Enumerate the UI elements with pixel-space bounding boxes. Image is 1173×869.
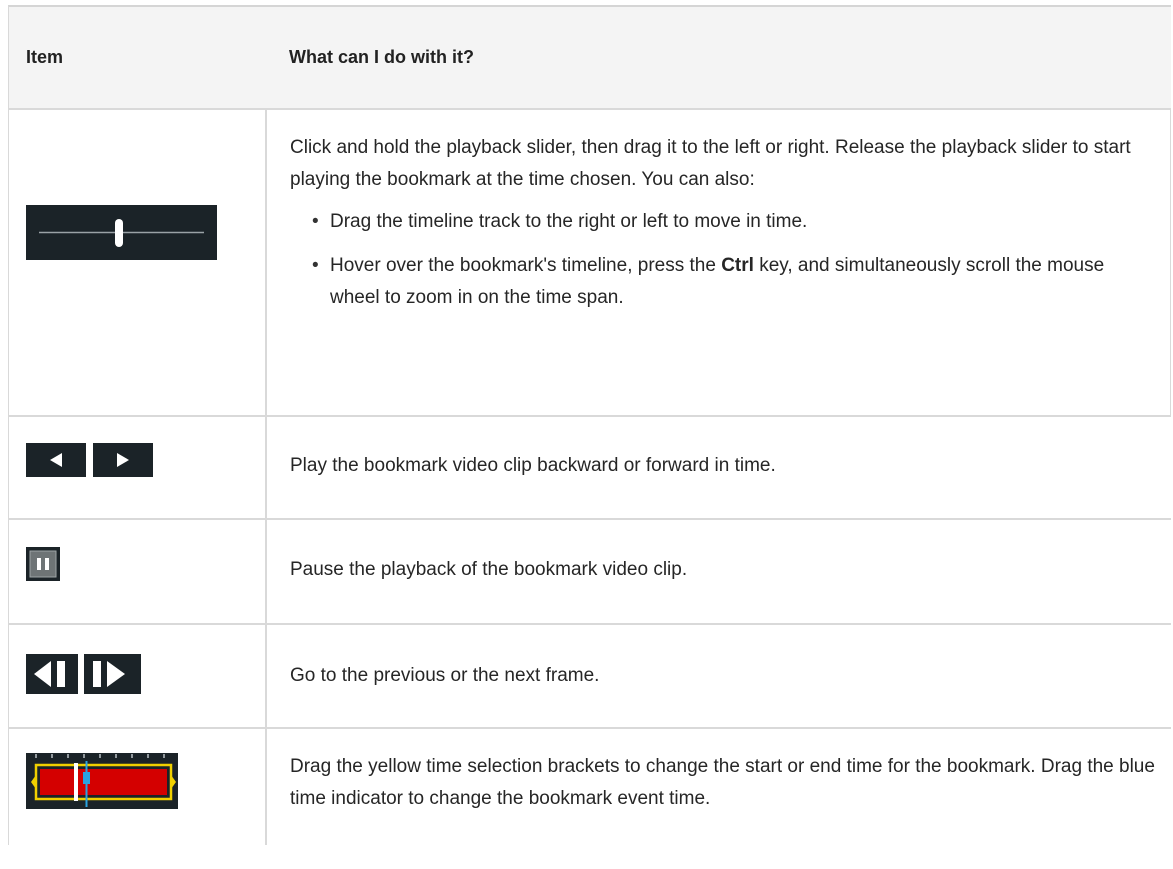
row-description: Play the bookmark video clip backward or… (290, 455, 776, 476)
table-row: Click and hold the playback slider, then… (9, 110, 1171, 417)
row-description: Click and hold the playback slider, then… (290, 132, 1157, 326)
playback-slider-icon (26, 205, 217, 265)
step-frame-icon (26, 654, 141, 699)
bullet-list: Drag the timeline track to the right or … (290, 206, 1157, 314)
row-description: Pause the playback of the bookmark video… (290, 559, 688, 580)
header-item: Item (26, 47, 64, 67)
table-row: Play the bookmark video clip backward or… (9, 417, 1171, 520)
table-header-row: Item What can I do with it? (9, 7, 1171, 110)
ctrl-key-label: Ctrl (721, 255, 754, 276)
list-item: Hover over the bookmark's timeline, pres… (312, 250, 1157, 314)
bullet-text-pre: Hover over the bookmark's timeline, pres… (330, 255, 722, 276)
play-backward-forward-icon (26, 443, 153, 482)
row-description: Go to the previous or the next frame. (290, 665, 600, 686)
row-description: Drag the yellow time selection brackets … (290, 756, 1155, 809)
list-item: Drag the timeline track to the right or … (312, 206, 1157, 238)
pause-icon (26, 547, 60, 586)
table-row: Pause the playback of the bookmark video… (9, 520, 1171, 625)
header-what: What can I do with it? (289, 47, 474, 67)
table-row: Drag the yellow time selection brackets … (9, 729, 1171, 869)
row-intro: Click and hold the playback slider, then… (290, 137, 1131, 190)
item-table: Item What can I do with it? Click and ho… (8, 5, 1171, 845)
time-selection-brackets-icon (26, 753, 178, 814)
table-row: Go to the previous or the next frame. (9, 625, 1171, 729)
